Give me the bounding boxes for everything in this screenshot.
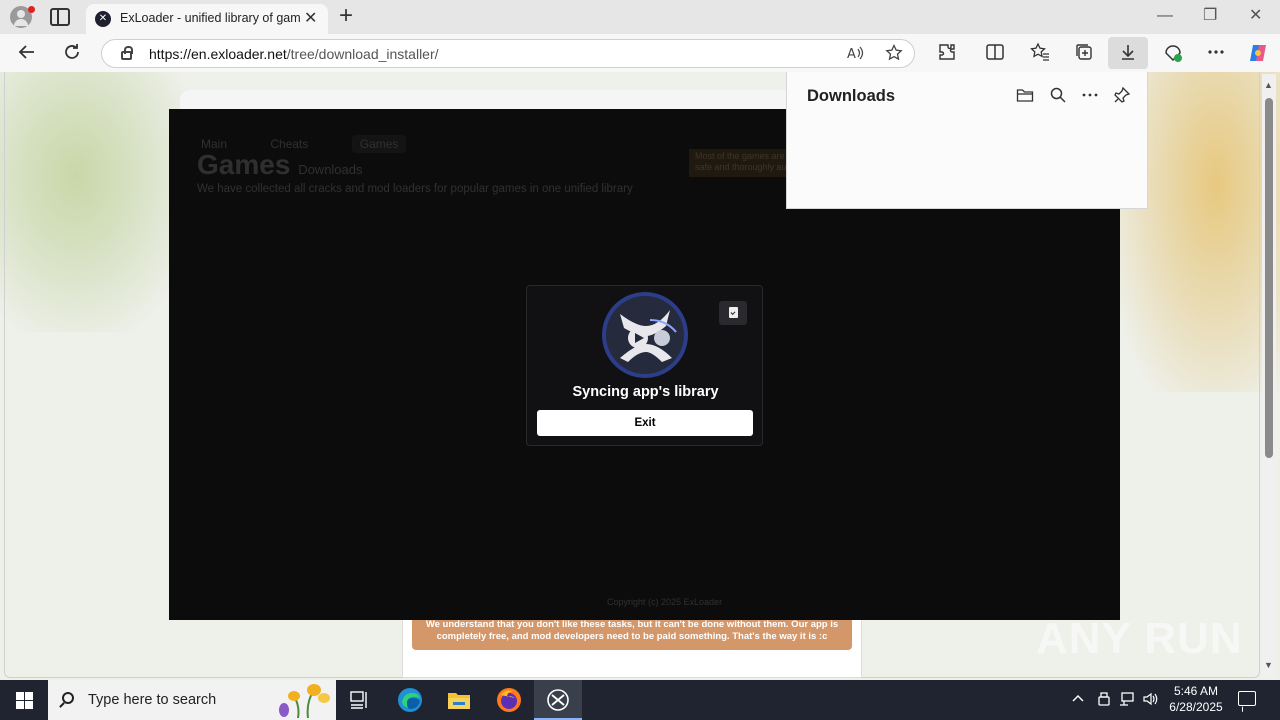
sync-status-text: Syncing app's library xyxy=(572,384,719,400)
anyrun-watermark: ANY RUN xyxy=(1036,614,1243,663)
split-screen-icon[interactable] xyxy=(984,42,1006,64)
system-clock[interactable]: 5:46 AM 6/28/2025 xyxy=(1160,683,1232,715)
search-placeholder: Type here to search xyxy=(88,692,217,708)
minimize-button[interactable]: — xyxy=(1157,6,1173,26)
favorites-icon[interactable] xyxy=(1029,42,1051,64)
exloader-favicon-icon: ✕ xyxy=(95,11,111,27)
edge-taskbar-button[interactable] xyxy=(386,680,434,720)
notification-dot xyxy=(28,6,35,13)
windows-logo-icon xyxy=(16,692,33,709)
downloads-panel: Downloads xyxy=(786,72,1148,209)
exloader-logo-icon xyxy=(602,292,688,378)
firefox-taskbar-button[interactable] xyxy=(485,680,533,720)
donation-notice: We understand that you don't like these … xyxy=(412,616,852,650)
tab-close-icon[interactable]: ✕ xyxy=(304,10,317,28)
exloader-icon xyxy=(547,689,569,711)
more-icon[interactable] xyxy=(1205,42,1227,64)
svg-text:A: A xyxy=(847,47,856,62)
windows-taskbar: Type here to search 5:46 AM 6/28/2025 xyxy=(0,680,1280,720)
notifications-icon[interactable] xyxy=(1238,691,1256,706)
refresh-icon[interactable] xyxy=(61,42,83,64)
clock-time: 5:46 AM xyxy=(1173,684,1219,698)
search-highlight-flowers-icon xyxy=(279,684,330,718)
app-section-subtitle: We have collected all cracks and mod loa… xyxy=(197,183,633,195)
more-options-icon[interactable] xyxy=(1081,86,1099,110)
usb-icon[interactable] xyxy=(1096,691,1112,711)
restore-button[interactable]: ❐ xyxy=(1203,6,1217,26)
search-icon[interactable] xyxy=(1049,86,1067,110)
firefox-icon xyxy=(497,688,521,712)
browser-toolbar: https://en.exloader.net/tree/download_in… xyxy=(0,34,1280,72)
network-icon[interactable] xyxy=(1119,691,1135,711)
close-window-button[interactable]: ✕ xyxy=(1249,6,1262,26)
volume-icon[interactable] xyxy=(1142,691,1158,711)
scroll-thumb[interactable] xyxy=(1265,98,1273,458)
scroll-down-icon[interactable]: ▼ xyxy=(1264,660,1273,670)
read-aloud-icon[interactable]: A xyxy=(846,44,864,68)
browser-tab[interactable]: ✕ ExLoader - unified library of games ✕ xyxy=(86,4,328,34)
tab-strip: ✕ ExLoader - unified library of games ✕ … xyxy=(0,0,1280,34)
new-tab-button[interactable]: + xyxy=(339,4,353,28)
taskbar-search[interactable]: Type here to search xyxy=(48,680,336,720)
scroll-up-icon[interactable]: ▲ xyxy=(1264,80,1273,90)
chevron-up-icon[interactable] xyxy=(1071,691,1085,709)
lock-icon[interactable] xyxy=(121,46,133,60)
downloads-title: Downloads xyxy=(807,87,896,105)
sync-modal: Syncing app's library Exit xyxy=(526,285,763,446)
file-explorer-icon xyxy=(448,693,470,709)
downloads-button[interactable] xyxy=(1108,37,1148,69)
start-button[interactable] xyxy=(0,680,48,720)
search-icon xyxy=(62,692,74,704)
tab-actions-icon[interactable] xyxy=(50,8,70,26)
file-explorer-taskbar-button[interactable] xyxy=(435,680,483,720)
app-section-title: Games Downloads xyxy=(197,149,363,180)
favorite-star-icon[interactable] xyxy=(885,43,903,68)
clipboard-check-icon xyxy=(729,307,738,318)
exit-button[interactable]: Exit xyxy=(537,410,753,436)
browser-essentials-icon[interactable] xyxy=(1162,42,1184,64)
collections-icon[interactable] xyxy=(1073,42,1095,64)
pin-icon[interactable] xyxy=(1113,86,1131,110)
copy-log-button[interactable] xyxy=(719,301,747,325)
extensions-icon[interactable] xyxy=(936,42,958,64)
task-view-icon xyxy=(350,691,367,709)
address-bar[interactable]: https://en.exloader.net/tree/download_in… xyxy=(101,39,915,68)
url-text[interactable]: https://en.exloader.net/tree/download_in… xyxy=(149,46,439,62)
exloader-taskbar-button[interactable] xyxy=(534,680,582,720)
task-view-button[interactable] xyxy=(336,680,384,720)
open-folder-icon[interactable] xyxy=(1016,86,1034,110)
clock-date: 6/28/2025 xyxy=(1169,700,1223,714)
back-icon[interactable] xyxy=(16,42,38,64)
edge-icon xyxy=(398,688,422,712)
app-footer: Copyright (c) 2025 ExLoader xyxy=(607,597,723,607)
downloads-icon xyxy=(1117,42,1139,64)
copilot-icon[interactable] xyxy=(1247,42,1269,64)
tab-title: ExLoader - unified library of games xyxy=(120,11,300,25)
